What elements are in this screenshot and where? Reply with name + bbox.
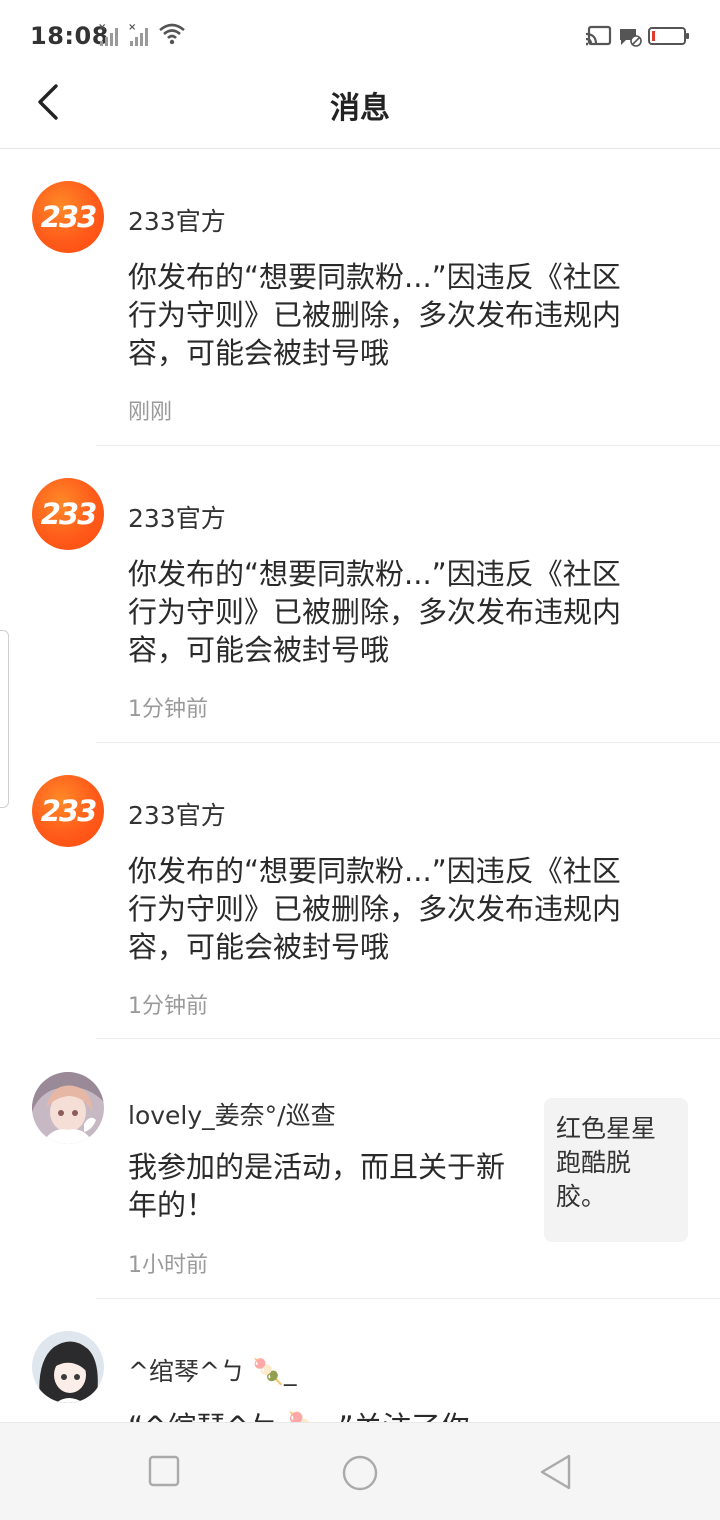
message-content: “^绾琴^ㄅ 🍡_”关注了你 bbox=[128, 1408, 688, 1422]
avatar[interactable]: 233 bbox=[32, 478, 104, 550]
sender-name[interactable]: 233官方 bbox=[128, 796, 226, 832]
edge-panel-handle[interactable] bbox=[0, 630, 9, 808]
cast-icon bbox=[585, 25, 612, 46]
sender-name[interactable]: 233官方 bbox=[128, 499, 226, 535]
sender-name[interactable]: 233官方 bbox=[128, 202, 226, 238]
avatar[interactable] bbox=[32, 1331, 104, 1403]
avatar[interactable] bbox=[32, 1072, 104, 1144]
home-button[interactable] bbox=[341, 1454, 379, 1492]
message-item[interactable]: lovely_姜奈°/巡查 我参加的是活动，而且关于新年的！ 红色星星跑酷脱胶。… bbox=[0, 1039, 720, 1299]
message-time: 1分钟前 bbox=[128, 994, 208, 1019]
header: 消息 bbox=[0, 70, 720, 149]
message-time: 刚刚 bbox=[128, 400, 173, 425]
message-item[interactable]: 233 233官方 你发布的“想要同款粉...”因违反《社区行为守则》已被删除，… bbox=[0, 446, 720, 743]
avatar[interactable]: 233 bbox=[32, 181, 104, 253]
system-nav-bar bbox=[0, 1422, 720, 1520]
message-time: 1小时前 bbox=[128, 1253, 208, 1278]
avatar-logo-text: 233 bbox=[40, 200, 98, 234]
page-title: 消息 bbox=[330, 91, 390, 126]
referenced-post-preview[interactable]: 红色星星跑酷脱胶。 bbox=[544, 1098, 688, 1242]
avatar[interactable]: 233 bbox=[32, 775, 104, 847]
message-content: 我参加的是活动，而且关于新年的！ bbox=[128, 1150, 506, 1222]
message-time: 1分钟前 bbox=[128, 697, 208, 722]
avatar-logo-text: 233 bbox=[40, 794, 98, 828]
message-item[interactable]: ^绾琴^ㄅ 🍡_ “^绾琴^ㄅ 🍡_”关注了你 bbox=[0, 1299, 720, 1422]
battery-icon bbox=[648, 27, 689, 45]
notification-icon bbox=[620, 29, 642, 47]
recent-apps-button[interactable] bbox=[148, 1455, 180, 1487]
back-nav-button[interactable] bbox=[538, 1453, 574, 1491]
message-content: 你发布的“想要同款粉...”因违反《社区行为守则》已被删除，多次发布违规内容，可… bbox=[128, 260, 622, 370]
message-content: 你发布的“想要同款粉...”因违反《社区行为守则》已被删除，多次发布违规内容，可… bbox=[128, 557, 622, 667]
message-list[interactable]: 233 233官方 你发布的“想要同款粉...”因违反《社区行为守则》已被删除，… bbox=[0, 150, 720, 1422]
status-bar: 18:08 × × bbox=[0, 0, 720, 70]
message-item[interactable]: 233 233官方 你发布的“想要同款粉...”因违反《社区行为守则》已被删除，… bbox=[0, 743, 720, 1039]
sender-name[interactable]: ^绾琴^ㄅ 🍡_ bbox=[128, 1352, 296, 1388]
message-content: 你发布的“想要同款粉...”因违反《社区行为守则》已被删除，多次发布违规内容，可… bbox=[128, 854, 622, 964]
message-item[interactable]: 233 233官方 你发布的“想要同款粉...”因违反《社区行为守则》已被删除，… bbox=[0, 150, 720, 446]
sender-name[interactable]: lovely_姜奈°/巡查 bbox=[128, 1096, 336, 1132]
avatar-logo-text: 233 bbox=[40, 497, 98, 531]
wifi-icon bbox=[159, 23, 185, 45]
